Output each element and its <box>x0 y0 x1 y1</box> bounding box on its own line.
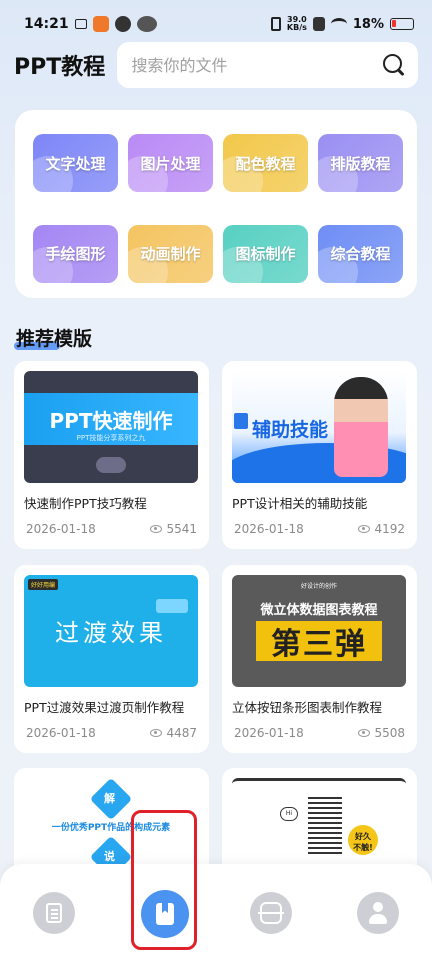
search-icon[interactable] <box>382 53 406 77</box>
person-image <box>334 377 388 477</box>
thumb-char: 说 <box>104 850 115 863</box>
template-card[interactable]: PPT快速制作 PPT技能分享系列之九 快速制作PPT技巧教程 2026-01-… <box>14 361 209 549</box>
category-tile[interactable]: 综合教程 <box>318 224 403 283</box>
eye-icon <box>150 525 163 533</box>
category-panel: 文字处理 图片处理 配色教程 排版教程手绘图形 动画制作 图标制作 综合教程 <box>15 110 417 298</box>
wifi-icon <box>330 18 347 30</box>
card-views: 5541 <box>150 522 197 536</box>
category-label: 图标制作 <box>235 245 296 263</box>
search-bar[interactable] <box>117 42 418 88</box>
category-tile[interactable]: 动画制作 <box>128 224 213 283</box>
thumb-top-text: 好设计的创作 <box>300 583 337 590</box>
nav-profile[interactable] <box>357 892 399 934</box>
sim-off-icon <box>312 17 325 31</box>
card-meta: 2026-01-18 5508 <box>232 726 407 740</box>
category-label: 排版教程 <box>330 154 391 173</box>
thumb-tag: 好好用编 <box>28 579 59 590</box>
card-meta: 2026-01-18 4192 <box>232 522 407 536</box>
category-label: 动画制作 <box>140 245 201 263</box>
card-views: 4487 <box>150 726 197 740</box>
card-title: PPT设计相关的辅助技能 <box>232 496 368 511</box>
bottom-nav <box>0 864 432 964</box>
category-tile[interactable]: 图片处理 <box>128 134 213 192</box>
status-bar: 14:21 39.0 KB/s 18% <box>0 0 432 48</box>
category-tile[interactable]: 文字处理 <box>33 134 118 192</box>
card-title: 立体按钮条形图表制作教程 <box>232 700 383 715</box>
sync-icon <box>114 16 131 32</box>
app-title: PPT教程 <box>14 55 106 80</box>
book-icon <box>156 903 174 925</box>
status-time: 14:21 <box>24 16 69 32</box>
card-thumbnail[interactable]: 好好用编 过渡效果 <box>24 575 198 687</box>
thumb-subtitle: PPT技能分享系列之九 <box>76 434 146 442</box>
network-speed: 39.0 KB/s <box>286 15 307 32</box>
search-input[interactable] <box>131 55 382 75</box>
nav-tutorials[interactable] <box>141 890 189 938</box>
eye-icon <box>358 729 371 737</box>
card-views: 5508 <box>358 726 405 740</box>
category-label: 配色教程 <box>235 154 296 173</box>
thumb-title: 微立体数据图表教程 <box>260 603 378 618</box>
thumb-title: 辅助技能 <box>252 419 329 441</box>
category-label: 文字处理 <box>45 154 106 173</box>
card-meta: 2026-01-18 5541 <box>24 522 199 536</box>
category-label: 手绘图形 <box>45 245 106 263</box>
hi-bubble: Hi <box>280 807 298 821</box>
thumb-subtitle: 第三弹 <box>271 627 367 662</box>
category-tile[interactable]: 图标制作 <box>223 224 308 283</box>
author-badge <box>96 457 126 473</box>
card-title: PPT过渡效果过渡页制作教程 <box>24 700 185 715</box>
thumb-title: 一份优秀PPT作品的构成元素 <box>51 823 171 833</box>
thumb-title: 过渡效果 <box>55 619 167 647</box>
message-icon <box>74 19 87 29</box>
template-card[interactable]: 好好用编 过渡效果 PPT过渡效果过渡页制作教程 2026-01-18 4487 <box>14 565 209 753</box>
eye-icon <box>150 729 163 737</box>
doc-icon <box>234 413 248 429</box>
category-label: 综合教程 <box>330 245 391 263</box>
nav-scan[interactable] <box>250 892 292 934</box>
app-badge-icon <box>136 16 157 32</box>
eye-icon <box>358 525 371 533</box>
vibrate-icon <box>270 17 281 31</box>
card-date: 2026-01-18 <box>234 522 304 536</box>
speech-bubble: 好久 不触! <box>348 825 378 855</box>
scan-icon <box>258 902 284 924</box>
docs-icon <box>46 903 62 923</box>
app-notification-icon <box>92 16 109 32</box>
card-thumbnail[interactable]: 辅助技能 <box>232 371 406 483</box>
category-tile[interactable]: 排版教程 <box>318 134 403 192</box>
card-views: 4192 <box>358 522 405 536</box>
template-card[interactable]: 辅助技能 PPT设计相关的辅助技能 2026-01-18 4192 <box>222 361 417 549</box>
card-thumbnail[interactable]: 好设计的创作 微立体数据图表教程 第三弹 <box>232 575 406 687</box>
category-tile[interactable]: 配色教程 <box>223 134 308 192</box>
thumb-button-shape <box>156 599 188 613</box>
battery-icon <box>390 18 414 30</box>
user-icon <box>367 901 389 925</box>
card-title: 快速制作PPT技巧教程 <box>24 496 147 511</box>
nav-docs[interactable] <box>33 892 75 934</box>
category-tile[interactable]: 手绘图形 <box>33 224 118 283</box>
thumb-title: PPT快速制作 <box>49 409 173 433</box>
section-title: 推荐模版 <box>14 328 93 350</box>
header: PPT教程 <box>14 42 418 88</box>
card-date: 2026-01-18 <box>26 522 96 536</box>
card-thumbnail[interactable]: PPT快速制作 PPT技能分享系列之九 <box>24 371 198 483</box>
template-card[interactable]: 好设计的创作 微立体数据图表教程 第三弹 立体按钮条形图表制作教程 2026-0… <box>222 565 417 753</box>
thumb-char: 解 <box>104 792 115 805</box>
battery-text: 18% <box>352 16 384 32</box>
card-date: 2026-01-18 <box>26 726 96 740</box>
card-meta: 2026-01-18 4487 <box>24 726 199 740</box>
category-label: 图片处理 <box>140 154 201 173</box>
illustration-figure <box>308 797 342 857</box>
card-date: 2026-01-18 <box>234 726 304 740</box>
